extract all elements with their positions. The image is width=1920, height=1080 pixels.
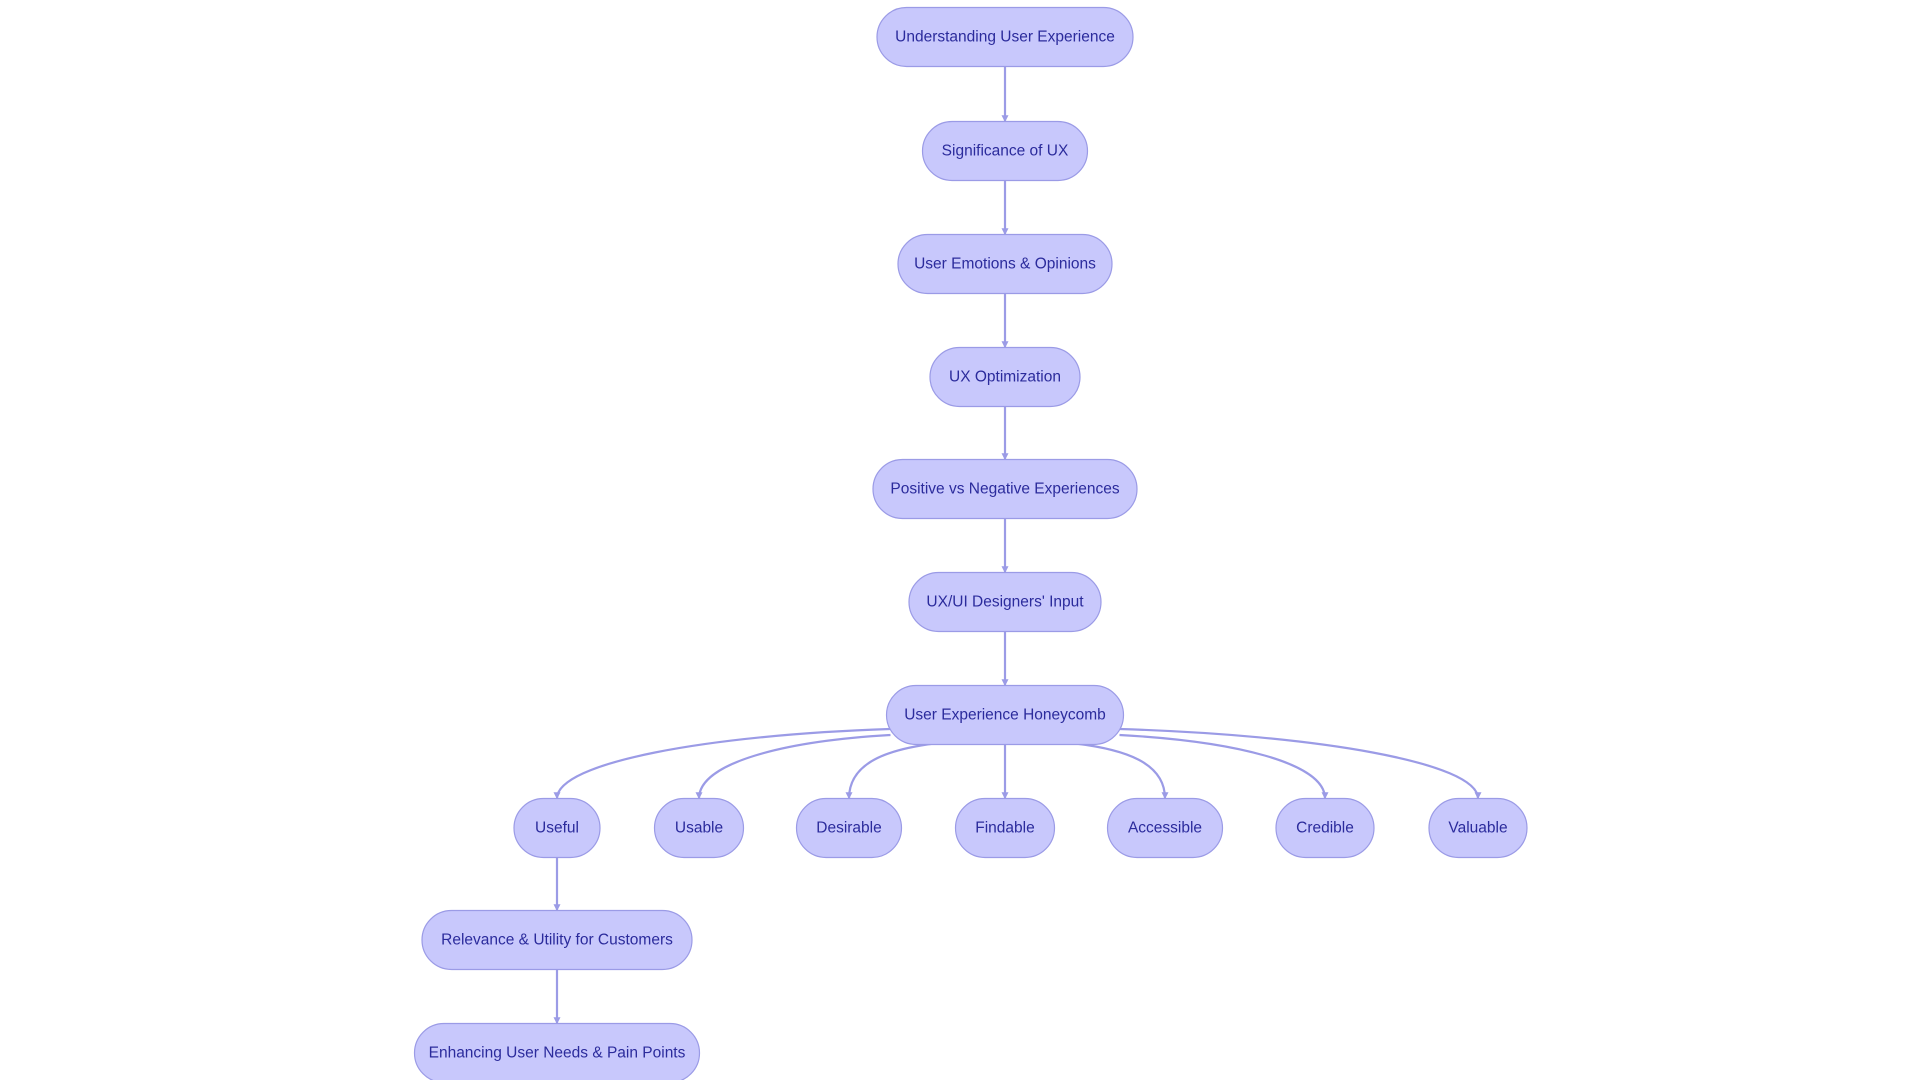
node-label: Desirable: [816, 820, 881, 837]
node-desirable[interactable]: Desirable: [795, 797, 903, 859]
edge-honeycomb-to-desirable: [845, 742, 935, 800]
node-label: Accessible: [1128, 820, 1202, 837]
node-label: Significance of UX: [942, 143, 1069, 160]
node-label: Understanding User Experience: [895, 29, 1115, 46]
node-understanding[interactable]: Understanding User Experience: [876, 6, 1134, 68]
node-accessible[interactable]: Accessible: [1106, 797, 1224, 859]
node-posneg[interactable]: Positive vs Negative Experiences: [872, 458, 1138, 520]
node-emotions[interactable]: User Emotions & Opinions: [897, 233, 1113, 295]
node-findable[interactable]: Findable: [954, 797, 1056, 859]
node-usable[interactable]: Usable: [653, 797, 745, 859]
node-relevance[interactable]: Relevance & Utility for Customers: [421, 909, 693, 971]
node-valuable[interactable]: Valuable: [1428, 797, 1528, 859]
edges-layer: [553, 66, 1482, 1025]
node-label: Credible: [1296, 820, 1354, 837]
edge-honeycomb-to-accessible: [1075, 742, 1169, 800]
node-enhancing[interactable]: Enhancing User Needs & Pain Points: [413, 1022, 701, 1080]
node-label: Enhancing User Needs & Pain Points: [429, 1045, 686, 1062]
node-credible[interactable]: Credible: [1275, 797, 1375, 859]
node-useful[interactable]: Useful: [513, 797, 601, 859]
node-label: Usable: [675, 820, 723, 837]
flowchart-diagram: Understanding User Experience Significanc…: [413, 6, 1528, 1080]
node-label: User Experience Honeycomb: [904, 707, 1106, 724]
node-label: UX Optimization: [949, 369, 1061, 386]
node-label: Valuable: [1448, 820, 1507, 837]
node-honeycomb[interactable]: User Experience Honeycomb: [885, 684, 1125, 746]
edge-honeycomb-to-usable: [695, 733, 891, 800]
node-label: Findable: [975, 820, 1034, 837]
node-optimization[interactable]: UX Optimization: [929, 346, 1081, 408]
node-significance[interactable]: Significance of UX: [921, 120, 1089, 182]
node-designers[interactable]: UX/UI Designers' Input: [908, 571, 1102, 633]
node-label: UX/UI Designers' Input: [926, 594, 1084, 611]
node-label: Useful: [535, 820, 579, 837]
node-label: Relevance & Utility for Customers: [441, 932, 673, 949]
node-label: User Emotions & Opinions: [914, 256, 1096, 273]
node-label: Positive vs Negative Experiences: [890, 481, 1119, 498]
nodes-layer: Understanding User Experience Significanc…: [413, 6, 1528, 1080]
